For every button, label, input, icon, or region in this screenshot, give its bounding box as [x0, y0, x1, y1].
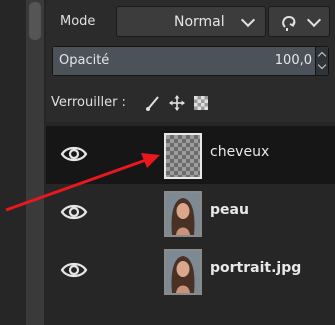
layer-name[interactable]: portrait.jpg	[210, 260, 301, 276]
layer-row-cheveux[interactable]: cheveux	[46, 126, 335, 184]
eye-icon[interactable]	[60, 201, 88, 223]
chevron-up-icon[interactable]	[317, 51, 327, 61]
chevron-down-icon	[240, 12, 256, 28]
paintbrush-lock-icon[interactable]	[144, 94, 162, 112]
layers-panel: Mode Normal Opacité 100,0 Verrouiller :	[46, 0, 335, 325]
mode-value: Normal	[174, 14, 225, 30]
eye-icon[interactable]	[60, 259, 88, 281]
eye-icon[interactable]	[60, 143, 88, 165]
scrollbar-thumb[interactable]	[29, 2, 41, 40]
composite-mode-icon	[282, 15, 296, 31]
lock-row: Verrouiller :	[46, 92, 335, 116]
layer-thumbnail[interactable]	[164, 133, 202, 179]
composite-mode-button[interactable]	[268, 6, 330, 37]
opacity-stepper[interactable]	[315, 47, 328, 75]
opacity-label: Opacité	[59, 53, 110, 68]
layer-name[interactable]: cheveux	[210, 144, 269, 160]
layer-row-portrait[interactable]: portrait.jpg	[46, 242, 335, 300]
lock-label: Verrouiller :	[51, 95, 126, 110]
layer-list: cheveux peau portrait.jpg	[46, 122, 335, 325]
opacity-value: 100,0	[274, 53, 312, 68]
mode-row: Mode Normal	[46, 6, 335, 38]
alpha-lock-icon[interactable]	[192, 94, 210, 112]
mode-select[interactable]: Normal	[116, 6, 266, 37]
layer-thumbnail[interactable]	[164, 249, 202, 295]
mode-label: Mode	[60, 14, 96, 29]
opacity-spinner[interactable]: Opacité 100,0	[52, 46, 329, 76]
chevron-down-icon	[306, 12, 322, 28]
left-scrollbar[interactable]	[26, 0, 44, 325]
layer-row-peau[interactable]: peau	[46, 184, 335, 242]
layer-thumbnail[interactable]	[164, 191, 202, 237]
move-lock-icon[interactable]	[168, 94, 186, 112]
chevron-down-icon[interactable]	[317, 60, 327, 70]
layer-name[interactable]: peau	[210, 202, 249, 218]
